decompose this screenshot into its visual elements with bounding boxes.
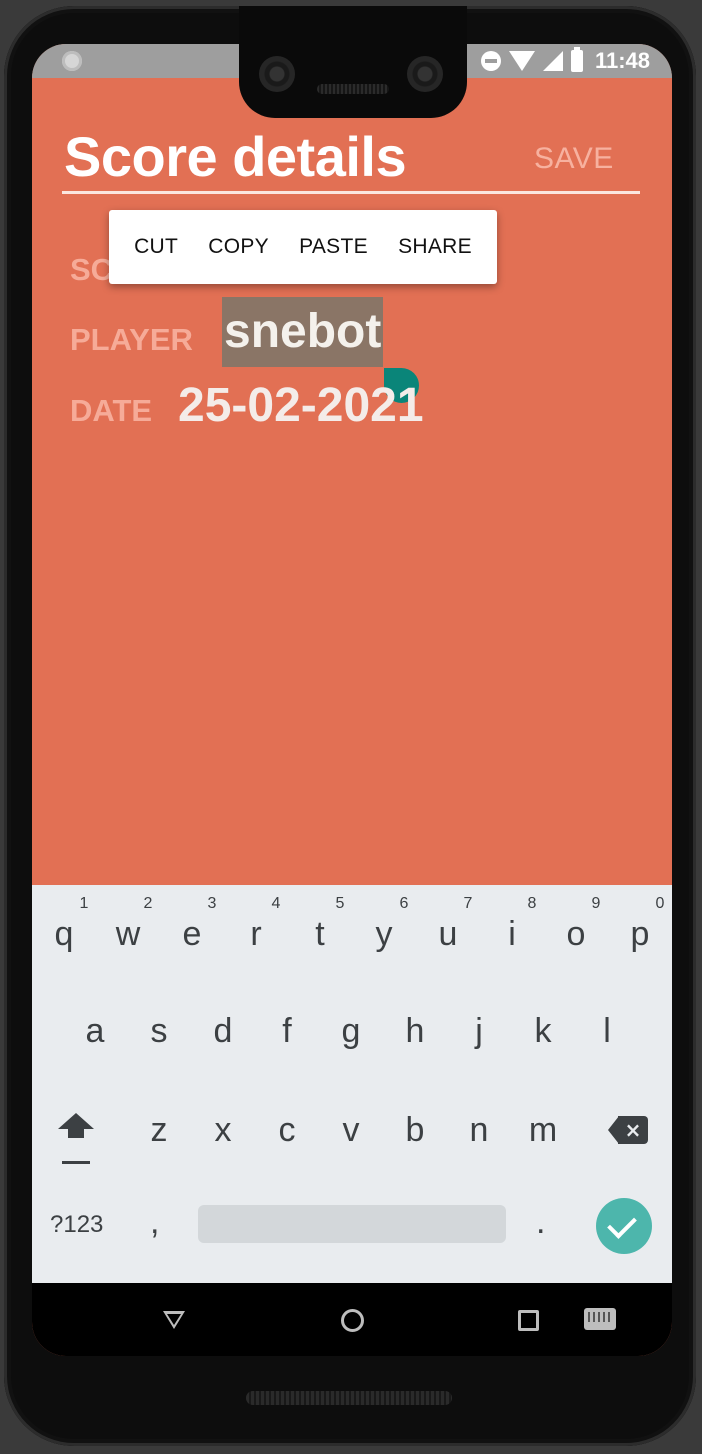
save-button[interactable]: SAVE [534, 142, 614, 176]
front-sensor-icon [407, 56, 443, 92]
front-camera-icon [259, 56, 295, 92]
key-hint: 8 [527, 895, 537, 912]
player-input[interactable]: snebot [222, 297, 384, 367]
spacebar[interactable] [198, 1205, 506, 1243]
key-d[interactable]: d [195, 1012, 251, 1051]
key-k[interactable]: k [515, 1012, 571, 1051]
home-icon[interactable] [341, 1309, 364, 1332]
key-p[interactable]: p [612, 915, 668, 954]
key-hint: 7 [463, 895, 473, 912]
key-hint: 9 [591, 895, 601, 912]
wifi-icon [508, 51, 535, 71]
share-menu-item[interactable]: SHARE [398, 235, 472, 259]
key-f[interactable]: f [259, 1012, 315, 1051]
key-e[interactable]: e [164, 915, 220, 954]
key-y[interactable]: y [356, 915, 412, 954]
screen: 11:48 Score details SAVE SCORE PLAYER sn… [32, 44, 672, 1356]
key-g[interactable]: g [323, 1012, 379, 1051]
soft-keyboard: 1 2 3 4 5 6 7 8 9 0 q w e r t y u i o p … [32, 885, 672, 1283]
back-icon[interactable] [163, 1311, 185, 1329]
key-m[interactable]: m [515, 1111, 571, 1150]
key-q[interactable]: q [36, 915, 92, 954]
key-v[interactable]: v [323, 1111, 379, 1150]
key-hint: 5 [335, 895, 345, 912]
battery-icon [570, 47, 583, 72]
phone-frame: 11:48 Score details SAVE SCORE PLAYER sn… [4, 6, 696, 1446]
score-label: SCORE [70, 252, 110, 287]
key-c[interactable]: c [259, 1111, 315, 1150]
key-a[interactable]: a [67, 1012, 123, 1051]
enter-key[interactable] [596, 1198, 652, 1254]
cut-menu-item[interactable]: CUT [134, 235, 178, 259]
period-key[interactable]: . [536, 1203, 545, 1242]
key-b[interactable]: b [387, 1111, 443, 1150]
date-label: DATE [70, 393, 153, 428]
keyboard-switch-icon[interactable] [584, 1308, 616, 1330]
key-w[interactable]: w [100, 915, 156, 954]
text-context-menu: CUT COPY PASTE SHARE [109, 210, 497, 284]
symbols-key[interactable]: ?123 [50, 1211, 103, 1239]
comma-key[interactable]: , [150, 1203, 159, 1242]
key-j[interactable]: j [451, 1012, 507, 1051]
page-title: Score details [64, 125, 407, 188]
key-r[interactable]: r [228, 915, 284, 954]
key-i[interactable]: i [484, 915, 540, 954]
shift-icon[interactable] [56, 1109, 96, 1169]
status-time: 11:48 [594, 48, 650, 73]
date-value[interactable]: 25-02-2021 [178, 378, 424, 433]
key-hint: 4 [271, 895, 281, 912]
signal-icon [542, 51, 563, 71]
key-o[interactable]: o [548, 915, 604, 954]
copy-menu-item[interactable]: COPY [208, 235, 269, 259]
key-hint: 1 [79, 895, 89, 912]
key-n[interactable]: n [451, 1111, 507, 1150]
key-x[interactable]: x [195, 1111, 251, 1150]
key-hint: 3 [207, 895, 217, 912]
key-hint: 6 [399, 895, 409, 912]
camera-notch [239, 6, 467, 118]
key-hint: 2 [143, 895, 153, 912]
recents-icon[interactable] [518, 1310, 539, 1331]
check-icon [607, 1209, 637, 1239]
navigation-bar [32, 1283, 672, 1356]
key-u[interactable]: u [420, 915, 476, 954]
notification-dot-icon [62, 51, 82, 71]
earpiece-speaker [317, 84, 389, 94]
key-h[interactable]: h [387, 1012, 443, 1051]
key-hint: 0 [655, 895, 665, 912]
bottom-speaker [246, 1391, 452, 1405]
key-z[interactable]: z [131, 1111, 187, 1150]
player-label: PLAYER [70, 322, 193, 357]
title-underline [62, 191, 640, 194]
backspace-icon[interactable]: × [608, 1116, 648, 1144]
key-s[interactable]: s [131, 1012, 187, 1051]
paste-menu-item[interactable]: PASTE [299, 235, 368, 259]
key-t[interactable]: t [292, 915, 348, 954]
do-not-disturb-icon [480, 51, 501, 71]
key-l[interactable]: l [579, 1012, 635, 1051]
status-icons: 11:48 [480, 47, 650, 75]
